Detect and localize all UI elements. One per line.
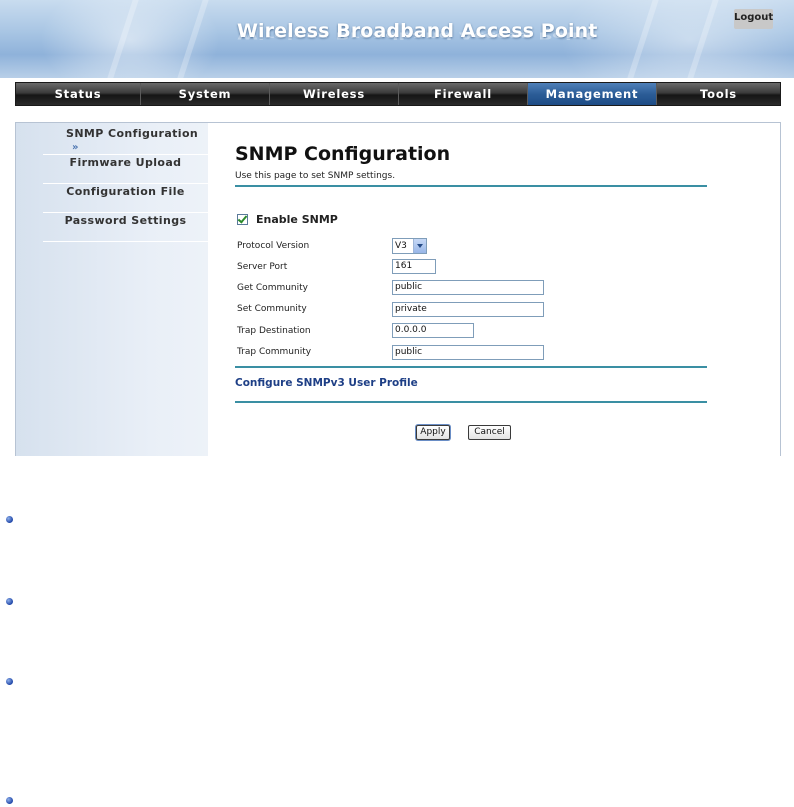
enable-snmp-checkbox[interactable] [237, 214, 248, 225]
protocol-version-value: V3 [395, 241, 407, 251]
divider [235, 401, 707, 403]
page-description: Use this page to set SNMP settings. [235, 171, 396, 181]
divider [235, 366, 707, 368]
bullet-icon [6, 797, 13, 804]
get-community-input[interactable]: public [392, 280, 544, 295]
protocol-version-select[interactable]: V3 [392, 238, 427, 254]
sidebar-item-label: Configuration File [66, 185, 185, 198]
enable-snmp-row: Enable SNMP [237, 213, 338, 226]
bullet-icon [6, 678, 13, 685]
tab-management[interactable]: Management [528, 83, 657, 105]
sidebar-item-label: Firmware Upload [69, 156, 182, 169]
tab-wireless[interactable]: Wireless [270, 83, 399, 105]
tab-status[interactable]: Status [16, 83, 141, 105]
configure-snmpv3-link[interactable]: Configure SNMPv3 User Profile [235, 377, 418, 389]
app-title-reflection: Wireless Broadband Access Point [237, 30, 595, 41]
trap-community-input[interactable]: public [392, 345, 544, 360]
double-chevron-right-icon: » [72, 142, 79, 153]
sidebar-item-configuration-file[interactable]: Configuration File [43, 185, 208, 213]
sidebar-item-label: SNMP Configuration [66, 127, 199, 140]
server-port-label: Server Port [237, 262, 288, 272]
apply-button[interactable]: Apply [416, 425, 450, 440]
protocol-version-label: Protocol Version [237, 241, 310, 251]
bullet-icon [6, 516, 13, 523]
tab-firewall[interactable]: Firewall [399, 83, 528, 105]
sidebar: SNMP Configuration » Firmware Upload Conf… [16, 123, 208, 456]
trap-destination-label: Trap Destination [237, 326, 311, 336]
cancel-button[interactable]: Cancel [468, 425, 511, 440]
server-port-input[interactable]: 161 [392, 259, 436, 274]
chevron-down-icon[interactable] [413, 239, 426, 253]
sidebar-item-label: Password Settings [64, 214, 187, 227]
header-banner: Wireless Broadband Access Point Wireless… [0, 0, 794, 78]
trap-community-label: Trap Community [237, 347, 312, 357]
set-community-label: Set Community [237, 304, 307, 314]
sidebar-item-password-settings[interactable]: Password Settings [43, 214, 208, 242]
main-nav: Status System Wireless Firewall Manageme… [15, 82, 781, 106]
get-community-label: Get Community [237, 283, 308, 293]
enable-snmp-label: Enable SNMP [256, 213, 338, 226]
tab-system[interactable]: System [141, 83, 270, 105]
logout-button[interactable]: Logout [734, 9, 773, 29]
main-panel: SNMP Configuration » Firmware Upload Conf… [15, 122, 781, 456]
sidebar-item-firmware-upload[interactable]: Firmware Upload [43, 156, 208, 184]
bullet-icon [6, 598, 13, 605]
tab-tools[interactable]: Tools [657, 83, 780, 105]
divider [235, 185, 707, 187]
sidebar-item-snmp-configuration[interactable]: SNMP Configuration » [43, 127, 208, 155]
trap-destination-input[interactable]: 0.0.0.0 [392, 323, 474, 338]
page-title: SNMP Configuration [235, 143, 451, 165]
set-community-input[interactable]: private [392, 302, 544, 317]
